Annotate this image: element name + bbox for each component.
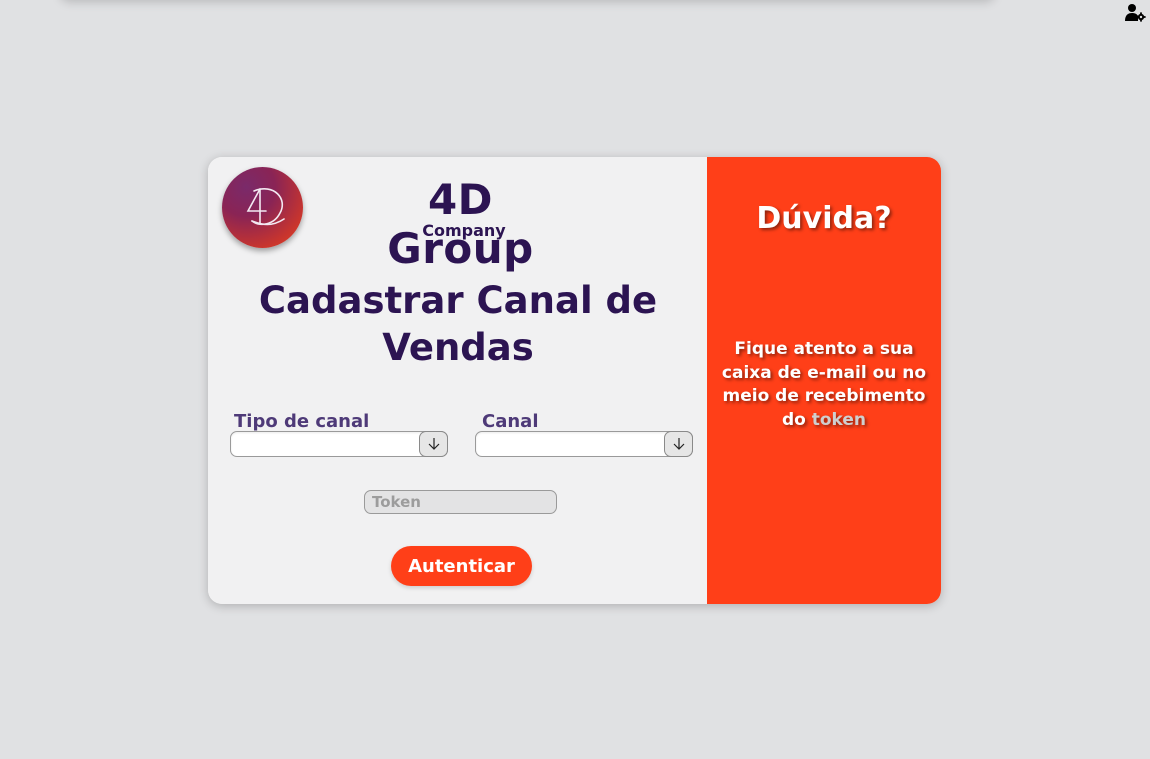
help-text: Fique atento a sua caixa de e-mail ou no…: [719, 338, 929, 432]
help-panel: Dúvida? Fique atento a sua caixa de e-ma…: [707, 157, 941, 604]
arrow-down-icon[interactable]: [419, 431, 448, 457]
tipo-canal-select[interactable]: [230, 431, 448, 457]
canal-label: Canal: [482, 411, 539, 432]
page-title: Cadastrar Canal de Vendas: [258, 279, 658, 369]
4d-logo-icon: [222, 167, 303, 248]
arrow-down-icon[interactable]: [664, 431, 693, 457]
user-settings-icon[interactable]: [1125, 3, 1147, 23]
sales-channel-card: 4D Group Company Cadastrar Canal de Vend…: [208, 157, 941, 604]
help-title: Dúvida?: [756, 201, 892, 236]
tipo-canal-label: Tipo de canal: [234, 411, 370, 432]
authenticate-button[interactable]: Autenticar: [391, 546, 532, 586]
help-token-highlight: token: [811, 409, 867, 430]
token-input[interactable]: [364, 490, 557, 514]
canal-select[interactable]: [475, 431, 693, 457]
form-panel: 4D Group Company Cadastrar Canal de Vend…: [208, 157, 707, 604]
brand-subtitle: Company: [422, 221, 506, 240]
